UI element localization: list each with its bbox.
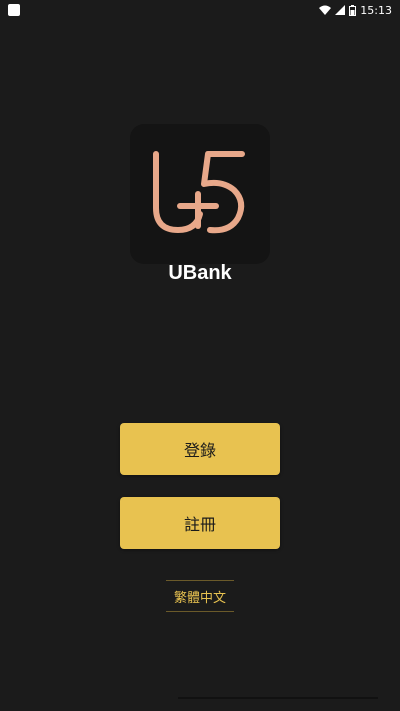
navigation-bar-hint [178,697,378,699]
language-switch[interactable]: 繁體中文 [166,580,234,612]
app-logo [130,124,270,264]
clock: 15:13 [360,3,392,17]
app-name: UBank [168,262,232,284]
login-button[interactable]: 登錄 [120,423,280,475]
status-bar: 15:13 [0,0,400,20]
battery-icon [349,4,357,16]
register-button[interactable]: 註冊 [120,497,280,549]
signal-icon [335,5,346,15]
ubank-logo-icon [153,151,245,234]
wifi-icon [319,5,332,15]
login-screen: 15:13 UBank 登錄 註冊 繁體中文 [0,0,400,711]
notification-icon [8,4,20,16]
status-left [8,4,20,16]
status-right: 15:13 [319,4,392,17]
